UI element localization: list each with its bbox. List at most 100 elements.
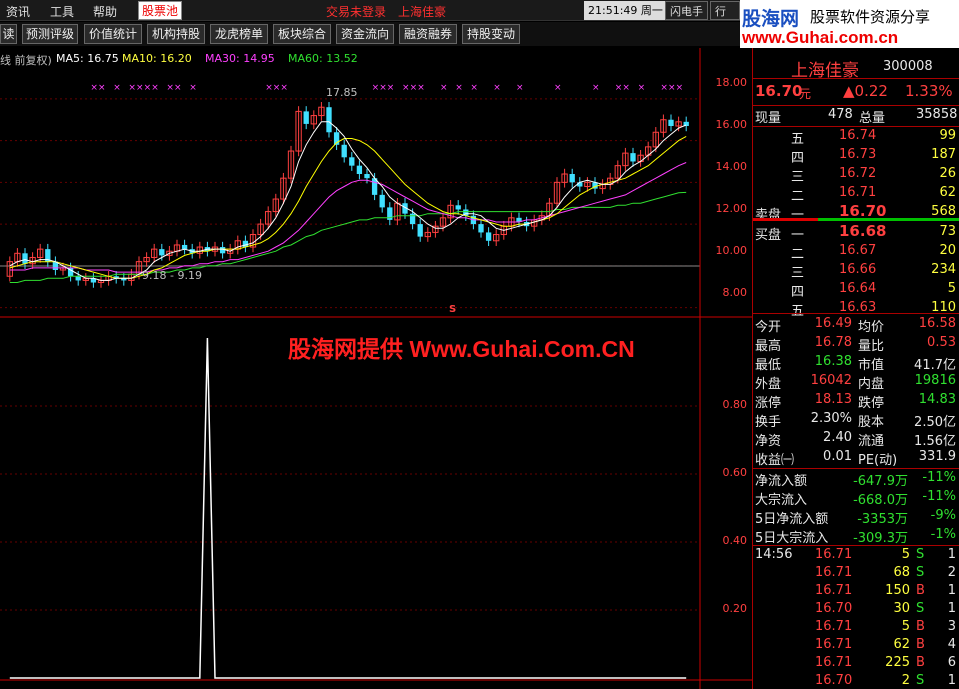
ask-price: 16.74 xyxy=(839,128,877,143)
tick-side: S xyxy=(916,601,925,616)
tick-price: 16.71 xyxy=(815,547,853,562)
ask-row[interactable]: 三 16.72 26 xyxy=(753,166,959,185)
price-unit: 元 xyxy=(799,87,812,101)
toolbar-button-value-stats[interactable]: 价值统计 xyxy=(84,24,142,44)
toolbar-button-forecast[interactable]: 预测评级 xyxy=(22,24,78,44)
tick-vol: 5 xyxy=(901,619,910,634)
bid-row[interactable]: 买盘一 16.68 73 xyxy=(753,222,959,243)
menu-item-help[interactable]: 帮助 xyxy=(93,3,117,20)
logo-tagline: 股票软件资源分享 xyxy=(810,8,931,26)
stat-value: 0.01 xyxy=(823,449,852,464)
login-status[interactable]: 交易未登录 xyxy=(326,3,386,20)
toolbar-button-fund-flow[interactable]: 资金流向 xyxy=(336,24,394,44)
tick-count: 1 xyxy=(947,547,956,562)
candle-body xyxy=(379,194,385,208)
signal-cross: × xyxy=(113,83,121,93)
legend-prefix: 线 前复权) xyxy=(0,54,52,67)
tick-vol: 68 xyxy=(893,565,910,580)
toolbar-button-holdings[interactable]: 持股变动 xyxy=(462,24,520,44)
tab-stock-pool[interactable]: 股票池 xyxy=(138,1,183,20)
candle-body xyxy=(22,253,28,264)
bid-price: 16.68 xyxy=(839,222,887,240)
bid-level: 三 xyxy=(791,266,805,281)
ma5-line xyxy=(9,121,687,281)
flow-pct: -9% xyxy=(930,508,956,523)
flow-label: 5日净流入额 xyxy=(755,512,829,527)
ask-price: 16.72 xyxy=(839,166,877,181)
candle-body xyxy=(181,244,188,250)
candle-body xyxy=(349,157,355,166)
candle-body xyxy=(478,224,484,233)
stat-label: 净资 xyxy=(755,434,782,449)
quote-panel: 上海佳豪 300008 16.70 元 ▲0.22 1.33% 现量 478 总… xyxy=(752,48,959,689)
signal-cross: × xyxy=(417,83,425,93)
bid-row[interactable]: 三 16.66 234 xyxy=(753,262,959,281)
signal-cross: × xyxy=(166,83,174,93)
tick-price: 16.71 xyxy=(815,655,853,670)
brand-logo: 股海网 股票软件资源分享 www.Guhai.com.cn xyxy=(740,0,959,48)
flow-value: -309.3万 xyxy=(853,531,908,546)
quote-button[interactable]: 行情 xyxy=(710,1,740,20)
fund-flow-row: 大宗流入 -668.0万 -11% xyxy=(753,489,959,508)
ask-vol: 568 xyxy=(931,204,956,219)
signal-cross: × xyxy=(516,83,524,93)
stat-row: 最高 16.78 量比 0.53 xyxy=(753,335,959,354)
toolbar-button-read[interactable]: 读 xyxy=(0,24,17,44)
ask-row[interactable]: 四 16.73 187 xyxy=(753,147,959,166)
signal-cross: × xyxy=(638,83,646,93)
stat-label: 外盘 xyxy=(755,377,782,392)
last-price: 16.70 xyxy=(755,82,803,100)
tick-row: 16.70 2 S 1 xyxy=(753,673,959,689)
indicator-tick: 0.80 xyxy=(722,398,748,411)
tick-row: 16.71 68 S 2 xyxy=(753,565,959,583)
candle-body xyxy=(75,276,81,281)
toolbar-button-sector[interactable]: 板块综合 xyxy=(273,24,331,44)
menu-item-news[interactable]: 资讯 xyxy=(6,3,30,20)
price-tick: 16.00 xyxy=(715,118,748,131)
flow-value: -647.9万 xyxy=(853,474,908,489)
bid-row[interactable]: 四 16.64 5 xyxy=(753,281,959,300)
stock-code: 300008 xyxy=(883,59,933,74)
signal-cross: × xyxy=(174,83,182,93)
toolbar: 读 预测评级 价值统计 机构持股 龙虎榜单 板块综合 资金流向 融资融券 持股变… xyxy=(0,22,740,46)
ask-level: 四 xyxy=(791,151,805,166)
toolbar-button-dragon-tiger[interactable]: 龙虎榜单 xyxy=(210,24,268,44)
stat-label: 涨停 xyxy=(755,396,782,411)
toolbar-button-institution[interactable]: 机构持股 xyxy=(147,24,205,44)
stat-label: 股本 xyxy=(858,415,885,430)
bid-price: 16.66 xyxy=(839,262,877,277)
tick-count: 1 xyxy=(947,583,956,598)
toolbar-button-margin[interactable]: 融资融券 xyxy=(399,24,457,44)
kline-chart[interactable]: × × × × × × × × × × × × × × × × × × × × × × × × × × × × × × × × xyxy=(0,48,752,689)
stat-label: 收益㈠ xyxy=(755,453,795,468)
stat-value: 0.53 xyxy=(927,335,956,350)
stat-value: 18.13 xyxy=(814,392,852,407)
stat-value: 1.56亿 xyxy=(914,434,956,449)
chart-canvas[interactable]: × × × × × × × × × × × × × × × × × × × × × × × × × × × × × × × × xyxy=(0,48,752,689)
signal-cross: × xyxy=(144,83,152,93)
ask-level: 二 xyxy=(791,189,805,204)
tick-vol: 30 xyxy=(893,601,910,616)
candle-body xyxy=(668,119,674,126)
stat-row: 最低 16.38 市值 41.7亿 xyxy=(753,354,959,373)
bid-level: 二 xyxy=(791,247,805,262)
flash-trade-button[interactable]: 闪电手 xyxy=(665,1,708,20)
tick-count: 2 xyxy=(947,565,956,580)
signal-cross: × xyxy=(273,83,281,93)
tick-count: 3 xyxy=(947,619,956,634)
ask-price: 16.71 xyxy=(839,185,877,200)
bid-row[interactable]: 二 16.67 20 xyxy=(753,243,959,262)
ask-price: 16.73 xyxy=(839,147,877,162)
menu-item-tools[interactable]: 工具 xyxy=(50,3,74,20)
signal-cross: × xyxy=(668,83,676,93)
stat-label: PE(动) xyxy=(858,453,898,468)
ask-row[interactable]: 五 16.74 99 xyxy=(753,128,959,147)
stat-value: 14.83 xyxy=(918,392,956,407)
candle-body xyxy=(356,165,363,174)
tick-price: 16.71 xyxy=(815,637,853,652)
tick-side: S xyxy=(916,565,925,580)
stat-label: 流通 xyxy=(858,434,885,449)
ask-vol: 62 xyxy=(939,185,956,200)
bid-price: 16.67 xyxy=(839,243,877,258)
tick-row: 16.71 225 B 6 xyxy=(753,655,959,673)
